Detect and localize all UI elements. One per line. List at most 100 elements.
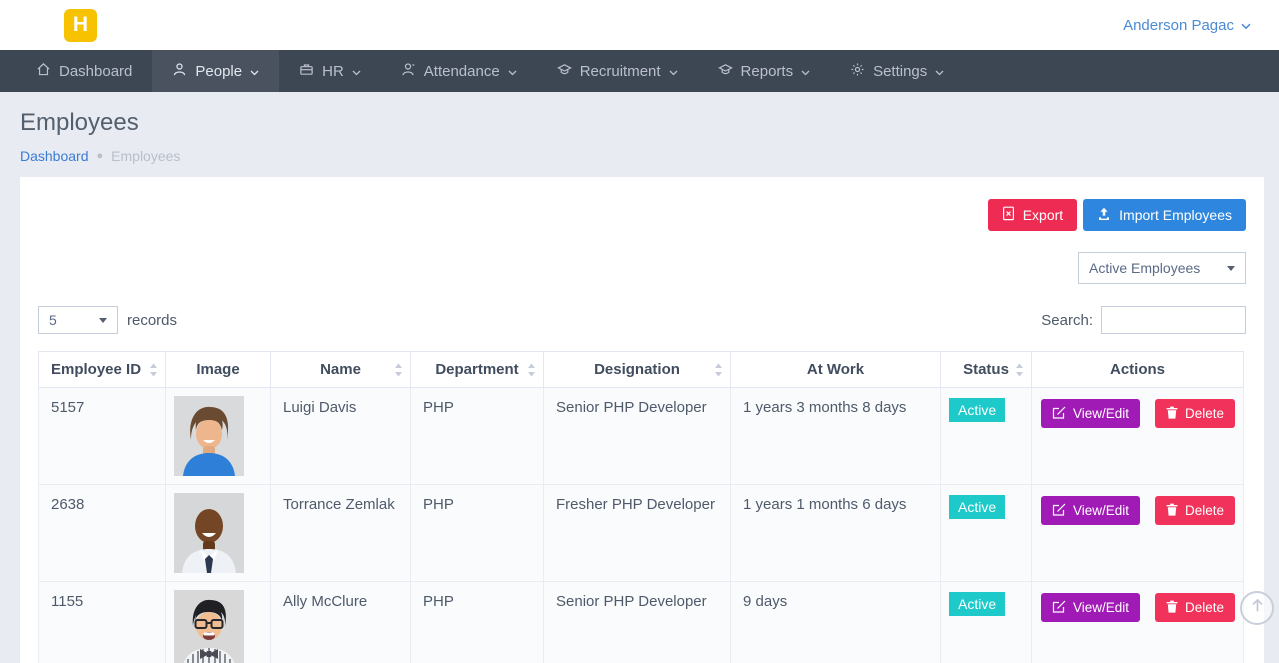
nav-item-label: Reports [741, 63, 794, 80]
chevron-down-icon [1241, 17, 1251, 34]
column-header-status[interactable]: Status [941, 352, 1032, 388]
column-label: Name [320, 361, 361, 378]
search-input[interactable] [1101, 306, 1246, 334]
user-name: Anderson Pagac [1123, 17, 1234, 34]
nav-item-dashboard[interactable]: Dashboard [16, 50, 152, 92]
edit-icon [1052, 406, 1066, 422]
page-header: Employees Dashboard ● Employees [0, 92, 1279, 164]
column-header-image[interactable]: Image [166, 352, 271, 388]
delete-button[interactable]: Delete [1155, 593, 1235, 622]
employee-at-work-cell: 9 days [731, 582, 941, 663]
column-header-employee-id[interactable]: Employee ID [39, 352, 166, 388]
top-bar: H Anderson Pagac [0, 0, 1279, 50]
upload-icon [1097, 207, 1111, 224]
employee-status-cell: Active [941, 388, 1032, 485]
employee-actions-cell: View/Edit Delete [1032, 485, 1244, 582]
employee-id-cell: 5157 [39, 388, 166, 485]
person-icon [401, 62, 416, 81]
employee-status-cell: Active [941, 485, 1032, 582]
employee-photo [174, 493, 244, 573]
breadcrumb-dashboard-link[interactable]: Dashboard [20, 148, 89, 164]
employee-status-cell: Active [941, 582, 1032, 663]
employee-image-cell [166, 388, 271, 485]
sort-icon [527, 363, 536, 377]
view-edit-button-label: View/Edit [1073, 503, 1129, 518]
employee-image-cell [166, 582, 271, 663]
briefcase-icon [299, 62, 314, 81]
gear-icon [850, 62, 865, 81]
employee-actions-cell: View/Edit Delete [1032, 582, 1244, 663]
employee-department-cell: PHP [411, 582, 544, 663]
delete-button-label: Delete [1185, 503, 1224, 518]
chevron-down-icon [508, 63, 517, 80]
nav-item-settings[interactable]: Settings [830, 50, 964, 92]
employee-photo [174, 590, 244, 663]
status-badge: Active [949, 592, 1005, 616]
nav-item-hr[interactable]: HR [279, 50, 381, 92]
nav-item-recruitment[interactable]: Recruitment [537, 50, 698, 92]
employee-department-cell: PHP [411, 388, 544, 485]
page-size-value: 5 [49, 312, 57, 328]
delete-button[interactable]: Delete [1155, 399, 1235, 428]
page-size-select[interactable]: 5 [38, 306, 118, 334]
chevron-down-icon [352, 63, 361, 80]
user-menu[interactable]: Anderson Pagac [1123, 17, 1251, 34]
search-label: Search: [1041, 312, 1093, 329]
delete-button-label: Delete [1185, 600, 1224, 615]
breadcrumb: Dashboard ● Employees [20, 148, 1249, 164]
export-button[interactable]: Export [988, 199, 1077, 231]
employees-table: Employee ID Image Name Department Design… [38, 351, 1244, 663]
nav-item-reports[interactable]: Reports [698, 50, 831, 92]
column-header-at-work[interactable]: At Work [731, 352, 941, 388]
excel-file-icon [1002, 206, 1015, 224]
view-edit-button[interactable]: View/Edit [1041, 496, 1140, 525]
view-edit-button[interactable]: View/Edit [1041, 399, 1140, 428]
employee-name-cell: Ally McClure [271, 582, 411, 663]
search-controls: Search: [1041, 306, 1246, 334]
export-button-label: Export [1023, 207, 1063, 223]
employee-department-cell: PHP [411, 485, 544, 582]
employee-actions-cell: View/Edit Delete [1032, 388, 1244, 485]
app-logo-letter: H [73, 13, 88, 37]
nav-item-label: Recruitment [580, 63, 661, 80]
arrow-up-icon [1250, 598, 1265, 618]
nav-item-label: Dashboard [59, 63, 132, 80]
employee-id-cell: 1155 [39, 582, 166, 663]
column-label: Designation [594, 361, 680, 378]
column-header-name[interactable]: Name [271, 352, 411, 388]
column-header-department[interactable]: Department [411, 352, 544, 388]
breadcrumb-separator: ● [97, 150, 104, 162]
edit-icon [1052, 600, 1066, 616]
nav-item-label: People [195, 63, 242, 80]
status-badge: Active [949, 398, 1005, 422]
table-header-row: Employee ID Image Name Department Design… [39, 352, 1244, 388]
chevron-down-icon [935, 63, 944, 80]
page-title: Employees [20, 109, 1249, 137]
import-employees-button-label: Import Employees [1119, 207, 1232, 223]
scroll-to-top-button[interactable] [1240, 591, 1274, 625]
trash-icon [1166, 600, 1178, 616]
column-header-actions: Actions [1032, 352, 1244, 388]
breadcrumb-current: Employees [111, 148, 180, 164]
view-edit-button[interactable]: View/Edit [1041, 593, 1140, 622]
column-label: Actions [1110, 361, 1165, 378]
person-icon [172, 62, 187, 81]
employee-filter-select[interactable]: Active Employees [1078, 252, 1246, 284]
trash-icon [1166, 503, 1178, 519]
employee-id-cell: 2638 [39, 485, 166, 582]
nav-item-people[interactable]: People [152, 50, 279, 92]
sort-icon [149, 363, 158, 377]
delete-button-label: Delete [1185, 406, 1224, 421]
employee-photo [174, 396, 244, 476]
sort-icon [394, 363, 403, 377]
chevron-down-icon [250, 63, 259, 80]
nav-item-attendance[interactable]: Attendance [381, 50, 537, 92]
employee-name-cell: Torrance Zemlak [271, 485, 411, 582]
column-header-designation[interactable]: Designation [544, 352, 731, 388]
view-edit-button-label: View/Edit [1073, 600, 1129, 615]
table-controls: 5 records Search: [38, 306, 1246, 334]
import-employees-button[interactable]: Import Employees [1083, 199, 1246, 231]
view-edit-button-label: View/Edit [1073, 406, 1129, 421]
app-logo[interactable]: H [64, 9, 97, 42]
delete-button[interactable]: Delete [1155, 496, 1235, 525]
